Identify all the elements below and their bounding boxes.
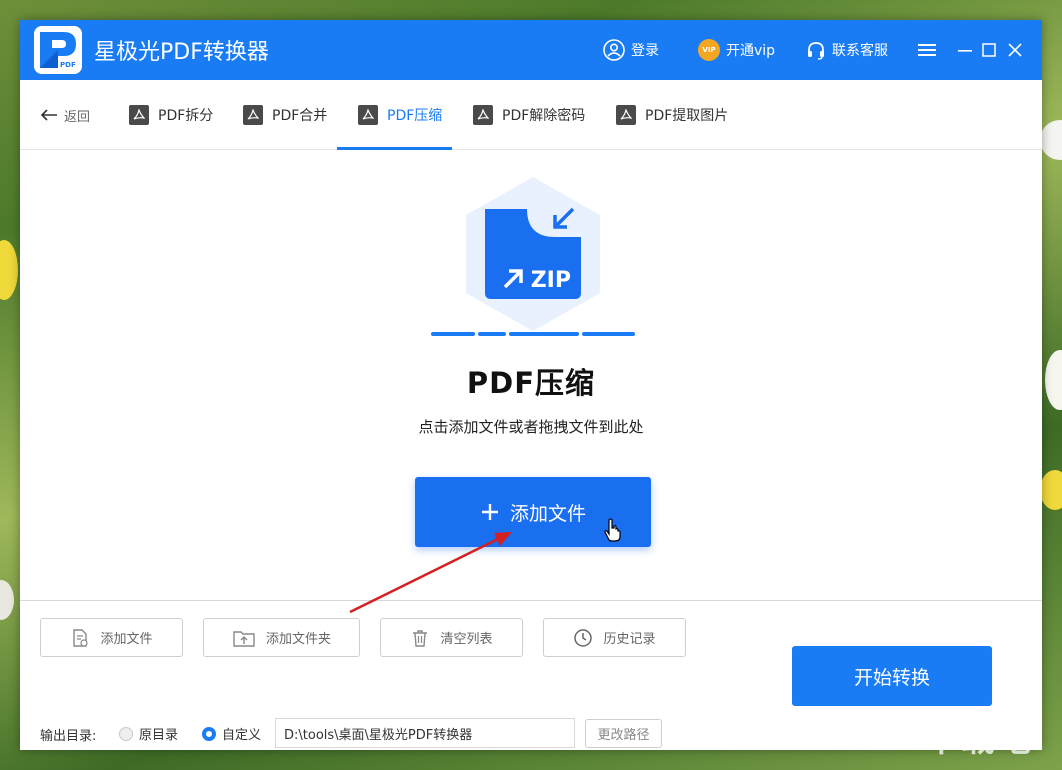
tab-label: PDF提取图片	[645, 108, 729, 124]
radio-checked-icon	[202, 726, 216, 741]
radio-unchecked-icon	[119, 726, 133, 741]
close-button[interactable]	[1003, 38, 1027, 62]
zip-compress-icon: ZIP	[463, 175, 603, 335]
clear-list-button[interactable]: 清空列表	[380, 618, 523, 657]
title-bar: PDF 星极光PDF转换器 登录 VIP 开通vip 联系客服	[20, 20, 1042, 80]
close-icon	[1008, 43, 1022, 57]
minimize-icon	[958, 50, 972, 52]
add-file-label: 添加文件	[100, 632, 153, 647]
pdf-icon	[473, 105, 493, 125]
tab-label: PDF合并	[272, 108, 328, 124]
back-button[interactable]: 返回	[40, 104, 90, 126]
arrow-left-icon	[40, 109, 57, 121]
menu-button[interactable]	[915, 38, 939, 62]
zip-badge: ZIP	[531, 268, 571, 293]
login-label: 登录	[631, 43, 659, 59]
radio-custom-label: 自定义	[222, 728, 262, 743]
folder-upload-icon	[233, 630, 255, 647]
output-dir-label: 输出目录:	[40, 729, 97, 744]
decorative-divider	[509, 332, 579, 336]
decorative-divider	[431, 332, 475, 336]
login-button[interactable]: 登录	[603, 38, 659, 62]
vip-label: 开通vip	[726, 43, 776, 59]
radio-original-dir[interactable]: 原目录	[119, 725, 179, 743]
bottom-panel: 添加文件 添加文件夹 清空列表 历史记录 开始转换 输出目录: 原目录 自定义 …	[20, 600, 1042, 750]
background-flower	[1045, 350, 1062, 410]
tab-pdf-merge[interactable]: PDF合并	[243, 80, 327, 150]
vip-badge-text: VIP	[702, 46, 716, 54]
start-convert-button[interactable]: 开始转换	[792, 646, 992, 706]
add-folder-label: 添加文件夹	[265, 632, 331, 647]
app-title: 星极光PDF转换器	[94, 40, 269, 65]
app-logo: PDF	[34, 26, 82, 74]
decorative-divider	[582, 332, 635, 336]
change-path-button[interactable]: 更改路径	[585, 719, 662, 748]
tab-label: PDF解除密码	[502, 108, 586, 124]
plus-icon	[481, 504, 498, 520]
vip-button[interactable]: VIP 开通vip	[698, 38, 775, 62]
add-file-button[interactable]: 添加文件	[40, 618, 183, 657]
file-add-icon	[73, 628, 89, 647]
history-label: 历史记录	[603, 632, 656, 647]
pdf-icon	[616, 105, 636, 125]
hamburger-menu-icon	[918, 44, 936, 56]
page-title: PDF压缩	[466, 366, 596, 400]
maximize-button[interactable]	[977, 38, 1001, 62]
pdf-icon	[129, 105, 149, 125]
tab-label: PDF压缩	[387, 108, 443, 124]
decorative-divider	[478, 332, 506, 336]
tab-pdf-decrypt[interactable]: PDF解除密码	[473, 80, 585, 150]
hand-cursor-icon	[604, 518, 621, 542]
add-folder-button[interactable]: 添加文件夹	[203, 618, 360, 657]
support-label: 联系客服	[832, 43, 888, 59]
back-label: 返回	[64, 109, 91, 125]
radio-original-label: 原目录	[139, 728, 179, 743]
clear-list-label: 清空列表	[440, 632, 493, 647]
app-window: PDF 星极光PDF转换器 登录 VIP 开通vip 联系客服 返回 PDF拆分…	[20, 20, 1042, 750]
change-path-label: 更改路径	[597, 728, 650, 743]
support-button[interactable]: 联系客服	[806, 38, 888, 62]
maximize-icon	[982, 43, 996, 57]
add-file-main-label: 添加文件	[509, 502, 586, 525]
tab-pdf-compress[interactable]: PDF压缩	[336, 80, 453, 150]
headset-icon	[808, 42, 824, 60]
user-circle-icon	[603, 39, 625, 61]
history-button[interactable]: 历史记录	[543, 618, 686, 657]
vip-badge-icon: VIP	[698, 39, 720, 61]
background-flower	[1040, 120, 1062, 160]
radio-custom-dir[interactable]: 自定义	[202, 725, 262, 743]
app-logo-text: PDF	[60, 61, 76, 69]
pdf-icon	[243, 105, 263, 125]
background-flower	[1040, 470, 1062, 510]
page-subtitle: 点击添加文件或者拖拽文件到此处	[418, 418, 644, 436]
clock-icon	[574, 628, 593, 647]
output-path-field[interactable]: D:\tools\桌面\星极光PDF转换器	[275, 718, 575, 748]
tab-pdf-extract-images[interactable]: PDF提取图片	[616, 80, 728, 150]
start-convert-label: 开始转换	[853, 666, 930, 689]
background-flower	[0, 580, 14, 620]
minimize-button[interactable]	[953, 38, 977, 62]
tab-label: PDF拆分	[158, 108, 214, 124]
background-flower	[0, 240, 18, 300]
watermark: 下载吧	[925, 720, 1033, 760]
function-tabs: 返回 PDF拆分 PDF合并 PDF压缩 PDF解除密码 PDF提取图片	[20, 80, 1042, 150]
trash-icon	[413, 629, 428, 647]
pdf-icon	[358, 105, 378, 125]
tab-pdf-split[interactable]: PDF拆分	[129, 80, 213, 150]
